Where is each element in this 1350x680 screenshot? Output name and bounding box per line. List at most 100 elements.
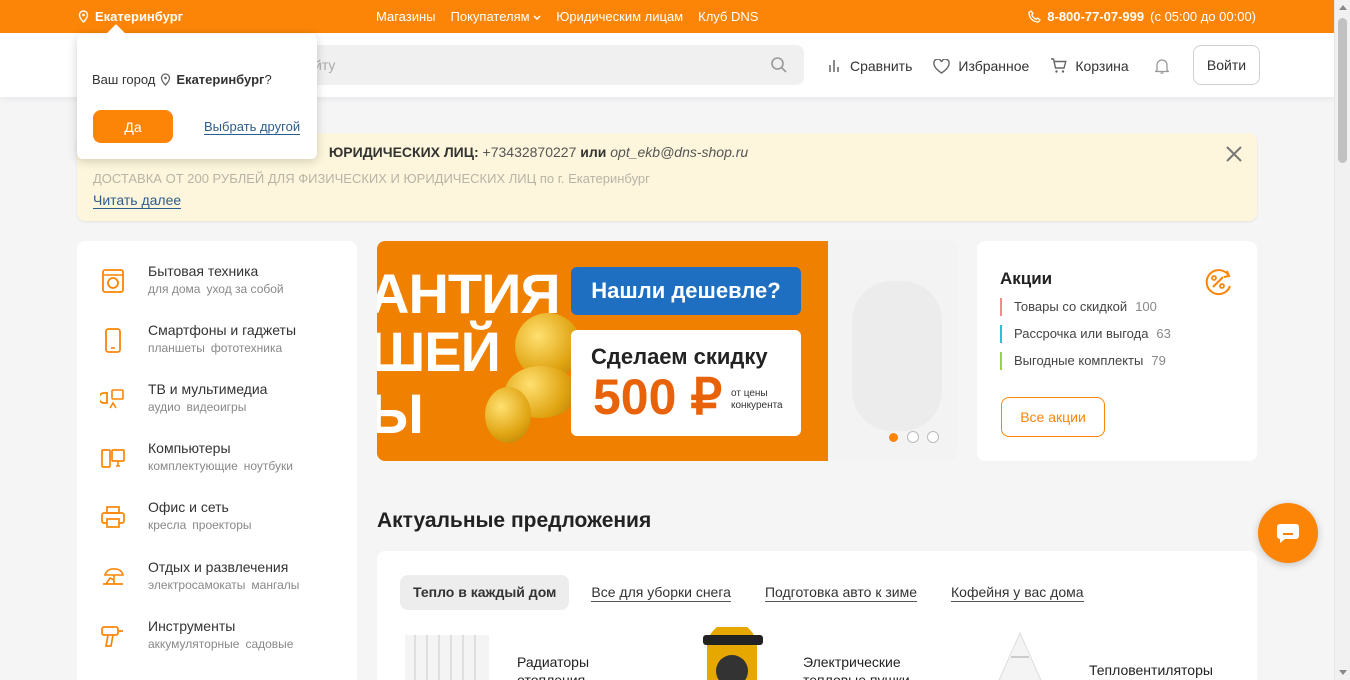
tab-heat-home[interactable]: Тепло в каждый дом <box>400 575 570 610</box>
promo-row-count: 63 <box>1156 326 1171 341</box>
catalog-item-tv[interactable]: ТВ и мультимедиа аудио видеоигры <box>77 381 357 431</box>
banner-heading-line2: ШЕЙ <box>377 320 501 383</box>
page-scrollbar[interactable] <box>1334 0 1350 680</box>
scroll-down-arrow[interactable] <box>1339 670 1347 675</box>
catalog-sub-link[interactable]: электросамокаты <box>148 578 245 592</box>
cart-label: Корзина <box>1075 58 1129 74</box>
location-pin-icon <box>161 73 171 86</box>
tab-coffee[interactable]: Кофейня у вас дома <box>951 584 1084 602</box>
catalog-item-title: Компьютеры <box>148 440 231 456</box>
close-icon[interactable] <box>1225 145 1243 163</box>
banner-orange-panel: АНТИЯ ШЕЙ Ы Нашли дешевле? Сделаем скидк… <box>377 241 828 461</box>
catalog-item-tools[interactable]: Инструменты аккумуляторные садовые <box>77 618 357 668</box>
banner-heading-line3: Ы <box>377 382 424 445</box>
notice-delivery: Доставка от 200 рублей для физических и … <box>93 171 650 186</box>
slider-dot-active[interactable] <box>888 432 898 442</box>
favorites-button[interactable]: Избранное <box>933 58 1029 74</box>
promo-row-installment[interactable]: Рассрочка или выгода 63 <box>1000 325 1171 343</box>
catalog-item-title: ТВ и мультимедиа <box>148 381 268 397</box>
promotions-title: Акции <box>1000 269 1053 288</box>
notice-phone: +73432870227 <box>482 144 577 160</box>
banner-offer-note: от цены конкурента <box>731 388 783 411</box>
promo-banner[interactable]: АНТИЯ ШЕЙ Ы Нашли дешевле? Сделаем скидк… <box>377 241 957 461</box>
phone-hours: (с 05:00 до 00:00) <box>1150 9 1256 24</box>
catalog-sub-link[interactable]: для дома <box>148 282 200 296</box>
notice-legal-label: ЮРИДИЧЕСКИХ ЛИЦ: <box>328 144 479 160</box>
slider-dot[interactable] <box>927 431 939 443</box>
bell-icon[interactable] <box>1155 58 1169 74</box>
offers-section: Тепло в каждый дом Все для уборки снега … <box>377 551 1257 680</box>
compare-icon <box>829 60 839 72</box>
notice-or: или <box>580 144 607 160</box>
cart-icon <box>1051 58 1068 73</box>
catalog-item-computers[interactable]: Компьютеры комплектующие ноутбуки <box>77 440 357 490</box>
search-icon[interactable] <box>770 56 788 74</box>
promo-row-bundles[interactable]: Выгодные комплекты 79 <box>1000 352 1166 370</box>
catalog-sub-link[interactable]: уход за собой <box>206 282 283 296</box>
catalog-item-subs: аккумуляторные садовые <box>148 637 299 651</box>
coin-image <box>485 387 531 443</box>
catalog-sub-link[interactable]: планшеты <box>148 341 205 355</box>
phone-number: 8-800-77-07-999 <box>1047 9 1145 24</box>
offers-tabs: Тепло в каждый дом Все для уборки снега … <box>400 575 1118 610</box>
banner-heading-line1: АНТИЯ <box>377 262 561 325</box>
city-question: Ваш город Екатеринбург? <box>92 72 272 87</box>
promo-row-label: Товары со скидкой <box>1014 299 1128 314</box>
city-question-city: Екатеринбург <box>176 72 265 87</box>
next-slide-preview <box>852 281 942 431</box>
all-promotions-button[interactable]: Все акции <box>1001 397 1105 437</box>
catalog-sub-link[interactable]: мангалы <box>251 578 299 592</box>
compare-button[interactable]: Сравнить <box>828 58 912 74</box>
catalog-item-appliances[interactable]: Бытовая техника для дома уход за собой <box>77 263 357 313</box>
product-name-line2: тепловые пушки <box>803 672 910 680</box>
promo-row-label: Рассрочка или выгода <box>1014 326 1149 341</box>
catalog-item-office[interactable]: Офис и сеть кресла проекторы <box>77 499 357 549</box>
catalog-item-smartphones[interactable]: Смартфоны и гаджеты планшеты фототехника <box>77 322 357 372</box>
catalog-sub-link[interactable]: кресла <box>148 518 186 532</box>
confirm-city-button[interactable]: Да <box>93 110 173 143</box>
heat-gun-image <box>703 627 763 680</box>
tab-snow-cleaning[interactable]: Все для уборки снега <box>591 584 731 602</box>
location-pin-icon <box>78 10 89 23</box>
catalog-sub-link[interactable]: садовые <box>245 637 293 651</box>
catalog-sub-link[interactable]: аудио <box>148 400 181 414</box>
nav-stores[interactable]: Магазины <box>376 9 436 24</box>
scroll-up-arrow[interactable] <box>1339 5 1347 10</box>
slider-dots <box>887 431 939 443</box>
catalog-sub-link[interactable]: проекторы <box>192 518 251 532</box>
catalog-item-subs: кресла проекторы <box>148 518 258 532</box>
nav-customers[interactable]: Покупателям <box>451 9 542 24</box>
chat-button[interactable] <box>1258 503 1318 563</box>
search-input[interactable]: йту <box>300 45 804 85</box>
catalog-sub-link[interactable]: ноутбуки <box>244 459 293 473</box>
notice-delivery-text: Доставка от 200 рублей для физических и … <box>93 171 537 186</box>
promo-row-discount[interactable]: Товары со скидкой 100 <box>1000 298 1157 316</box>
discount-percent-icon <box>1205 269 1231 296</box>
catalog-item-title: Бытовая техника <box>148 263 259 279</box>
city-selector[interactable]: Екатеринбург <box>78 9 183 24</box>
catalog-sub-link[interactable]: фототехника <box>211 341 282 355</box>
favorites-label: Избранное <box>958 58 1030 74</box>
catalog-sub-link[interactable]: аккумуляторные <box>148 637 239 651</box>
slider-dot[interactable] <box>907 431 919 443</box>
promotions-card: Акции Товары со скидкой 100 Рассрочка или… <box>977 241 1257 461</box>
computer-icon <box>101 449 125 468</box>
offers-title: Актуальные предложения <box>377 509 652 532</box>
scrollbar-thumb[interactable] <box>1338 18 1347 163</box>
nav-customers-label: Покупателям <box>450 9 530 24</box>
notice-email: opt_ekb@dns-shop.ru <box>610 144 749 160</box>
catalog-item-leisure[interactable]: Отдых и развлечения электросамокаты манга… <box>77 559 357 609</box>
login-button[interactable]: Войти <box>1193 45 1260 85</box>
catalog-sub-link[interactable]: видеоигры <box>187 400 247 414</box>
city-confirm-popup: Ваш город Екатеринбург? Да Выбрать друго… <box>77 34 317 159</box>
read-more-link[interactable]: Читать далее <box>93 192 182 209</box>
choose-other-city-link[interactable]: Выбрать другой <box>204 119 301 135</box>
cart-button[interactable]: Корзина <box>1050 58 1129 74</box>
hotline[interactable]: 8-800-77-07-999 (с 05:00 до 00:00) <box>1028 9 1256 24</box>
tab-car-winter[interactable]: Подготовка авто к зиме <box>764 584 918 602</box>
smartphone-icon <box>105 328 121 353</box>
nav-legal-entities[interactable]: Юридическим лицам <box>556 9 683 24</box>
nav-dns-club[interactable]: Клуб DNS <box>698 9 758 24</box>
catalog-sub-link[interactable]: комплектующие <box>148 459 238 473</box>
catalog-item-title: Отдых и развлечения <box>148 559 289 575</box>
